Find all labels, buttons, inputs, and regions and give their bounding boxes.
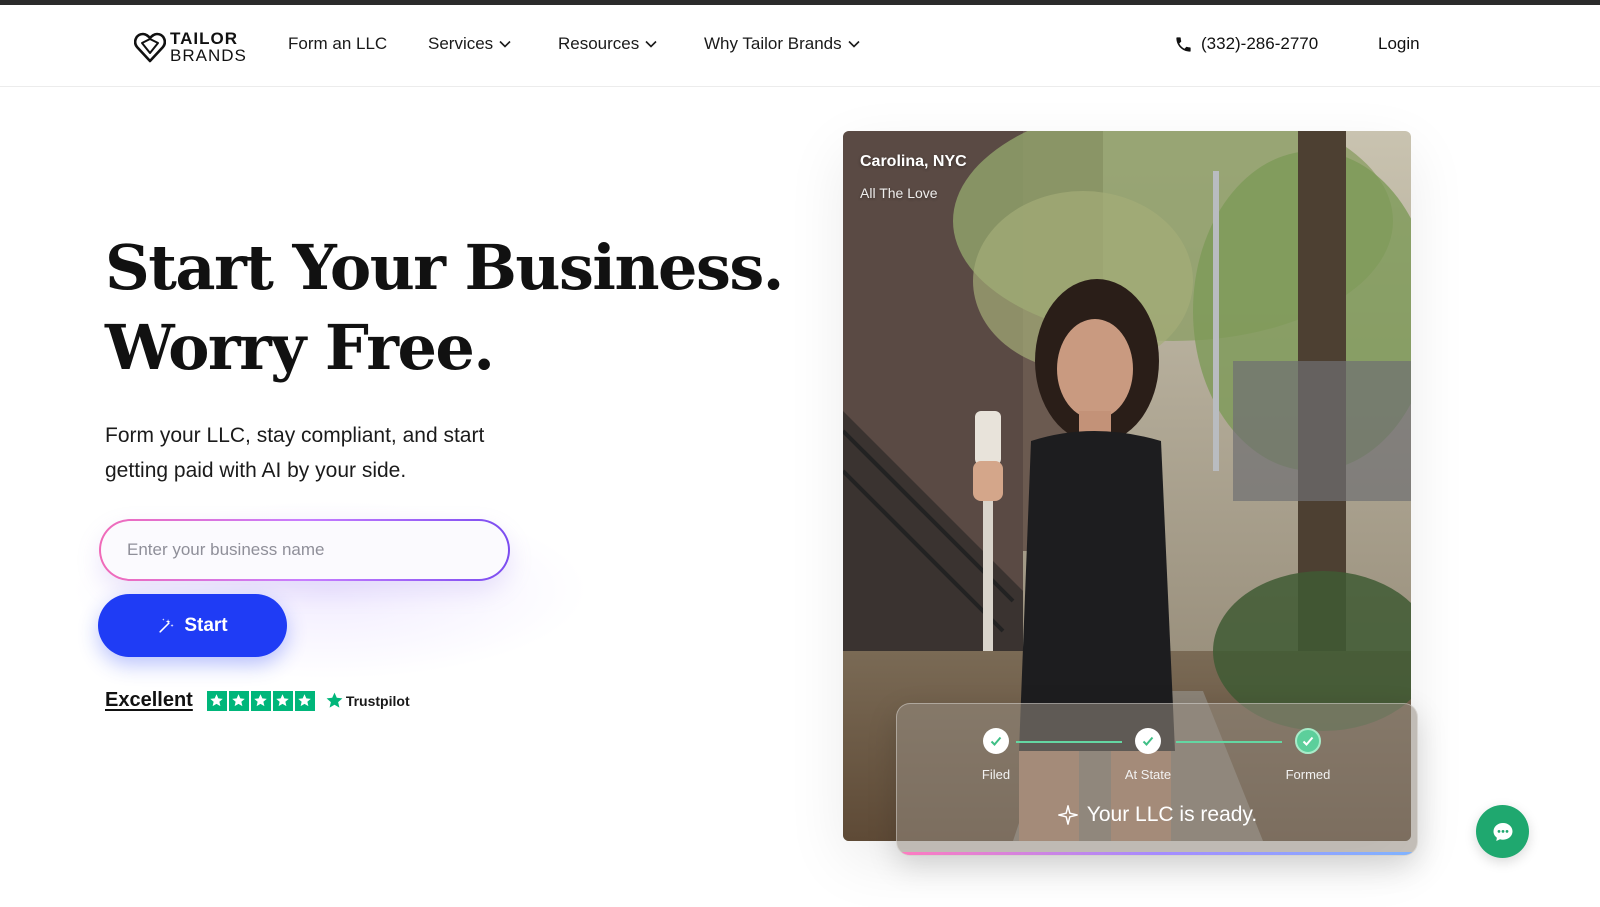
- nav-form-llc-label: Form an LLC: [288, 34, 388, 53]
- chat-button[interactable]: [1476, 805, 1529, 858]
- business-name-input[interactable]: [127, 540, 487, 560]
- hero-title: Start Your Business. Worry Free.: [105, 228, 784, 388]
- testimonial-name: Carolina, NYC: [860, 153, 967, 170]
- start-button[interactable]: Start: [98, 594, 287, 657]
- start-button-label: Start: [184, 614, 228, 636]
- nav-why-label: Why Tailor Brands: [704, 34, 842, 53]
- nav-form-llc[interactable]: Form an LLC: [288, 34, 387, 54]
- hero-title-line-2: Worry Free.: [105, 311, 495, 384]
- testimonial-caption: Carolina, NYC All The Love: [860, 153, 967, 201]
- logo-line-2: BRANDS: [170, 46, 247, 65]
- business-name-field-inner: [101, 521, 508, 579]
- check-icon: [1135, 728, 1161, 754]
- rating-text: Excellent: [105, 689, 193, 711]
- chevron-down-icon: [499, 40, 511, 48]
- llc-ready-message: Your LLC is ready.: [897, 803, 1417, 827]
- step-label: At State: [1124, 767, 1172, 782]
- chevron-down-icon: [848, 40, 860, 48]
- phone-number: (332)-286-2770: [1201, 34, 1319, 53]
- check-icon: [1295, 728, 1321, 754]
- hero-title-line-1: Start Your Business.: [105, 231, 784, 304]
- magic-wand-icon: [159, 618, 174, 633]
- llc-status-card: Filed At State Formed Your LLC is ready.: [896, 703, 1418, 856]
- star-icon: [272, 690, 293, 711]
- trustpilot-star-icon: [326, 692, 343, 708]
- nav-why-tailor-brands[interactable]: Why Tailor Brands: [704, 34, 860, 54]
- nav-services-label: Services: [428, 34, 494, 53]
- star-icon: [294, 690, 315, 711]
- card-gradient-edge: [897, 852, 1417, 855]
- rating-stars: [206, 690, 317, 711]
- nav-resources-label: Resources: [558, 34, 640, 53]
- trustpilot-brand: Trustpilot: [345, 692, 410, 709]
- sparkle-icon: [1057, 805, 1078, 825]
- ready-text: Your LLC is ready.: [1086, 803, 1258, 826]
- logo-heart-icon: [134, 32, 166, 63]
- star-icon: [206, 690, 227, 711]
- check-icon: [983, 728, 1009, 754]
- phone-link[interactable]: (332)-286-2770: [1174, 34, 1318, 54]
- step-label: Formed: [1285, 767, 1331, 782]
- login-link[interactable]: Login: [1378, 34, 1420, 54]
- trustpilot-logo: Trustpilot: [325, 691, 410, 710]
- logo-line-1: TAILOR: [170, 29, 239, 48]
- testimonial-business: All The Love: [860, 185, 938, 201]
- progress-connector: [1176, 741, 1282, 743]
- chevron-down-icon: [645, 40, 657, 48]
- step-formed: Formed: [1268, 728, 1348, 782]
- logo-wordmark: TAILOR BRANDS: [170, 30, 247, 64]
- nav-services[interactable]: Services: [428, 34, 511, 54]
- phone-icon: [1176, 36, 1191, 52]
- chat-bubble-icon: [1493, 822, 1512, 841]
- hero-subtitle: Form your LLC, stay compliant, and start…: [105, 424, 485, 482]
- step-filed: Filed: [956, 728, 1036, 782]
- star-icon: [228, 690, 249, 711]
- brand-logo[interactable]: TAILOR BRANDS: [134, 27, 247, 67]
- trustpilot-rating[interactable]: Excellent Trustpilot: [105, 689, 410, 712]
- nav-resources[interactable]: Resources: [558, 34, 657, 54]
- step-label: Filed: [981, 767, 1011, 782]
- step-at-state: At State: [1108, 728, 1188, 782]
- star-icon: [250, 690, 271, 711]
- main-navigation: TAILOR BRANDS Form an LLC Services Resou…: [0, 5, 1600, 87]
- business-name-field-wrapper: [99, 519, 510, 581]
